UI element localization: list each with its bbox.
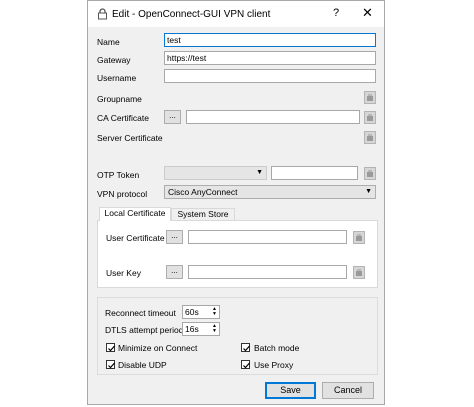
edit-dialog: Edit - OpenConnect-GUI VPN client ? ✕ Na… bbox=[87, 0, 385, 405]
user-key-label: User Key bbox=[106, 268, 141, 278]
check-icon bbox=[108, 345, 115, 352]
name-input[interactable]: test bbox=[164, 33, 376, 47]
options-group: Reconnect timeout 60s ▲ ▼ DTLS attempt pe… bbox=[97, 297, 378, 375]
help-button[interactable]: ? bbox=[333, 7, 339, 19]
clear-icon bbox=[367, 134, 373, 141]
dtls-value: 16s bbox=[185, 324, 199, 334]
title-bar: Edit - OpenConnect-GUI VPN client ? ✕ bbox=[88, 1, 384, 27]
cancel-button[interactable]: Cancel bbox=[322, 382, 374, 399]
user-key-input[interactable] bbox=[188, 265, 347, 279]
reconnect-spinbox[interactable]: 60s ▲ ▼ bbox=[182, 305, 220, 319]
use-proxy-checkbox[interactable] bbox=[241, 360, 250, 369]
vpn-protocol-select[interactable]: Cisco AnyConnect ▼ bbox=[164, 185, 376, 199]
groupname-clear-button[interactable] bbox=[364, 91, 376, 104]
username-label: Username bbox=[97, 73, 137, 83]
clear-icon bbox=[356, 234, 362, 241]
lock-icon bbox=[98, 8, 107, 20]
user-cert-label: User Certificate bbox=[106, 233, 165, 243]
save-button[interactable]: Save bbox=[265, 382, 316, 399]
user-cert-input[interactable] bbox=[188, 230, 347, 244]
reconnect-value: 60s bbox=[185, 307, 199, 317]
server-cert-label: Server Certificate bbox=[97, 133, 163, 143]
dtls-spinbox[interactable]: 16s ▲ ▼ bbox=[182, 322, 220, 336]
check-icon bbox=[243, 362, 250, 369]
ca-cert-browse-button[interactable]: ... bbox=[164, 110, 181, 124]
tab-local-certificate[interactable]: Local Certificate bbox=[99, 207, 171, 221]
user-key-browse-button[interactable]: ... bbox=[166, 265, 183, 279]
otp-input[interactable] bbox=[271, 166, 358, 180]
check-icon bbox=[243, 345, 250, 352]
clear-icon bbox=[367, 114, 373, 121]
otp-label: OTP Token bbox=[97, 170, 140, 180]
server-cert-clear-button[interactable] bbox=[364, 131, 376, 144]
name-label: Name bbox=[97, 37, 120, 47]
chevron-down-icon: ▼ bbox=[365, 188, 372, 195]
close-button[interactable]: ✕ bbox=[362, 5, 373, 21]
user-cert-browse-button[interactable]: ... bbox=[166, 230, 183, 244]
user-cert-clear-button[interactable] bbox=[353, 231, 365, 244]
spin-arrows-icon: ▲ ▼ bbox=[212, 306, 217, 317]
ca-cert-clear-button[interactable] bbox=[364, 111, 376, 124]
check-icon bbox=[108, 362, 115, 369]
batch-mode-checkbox[interactable] bbox=[241, 343, 250, 352]
ca-cert-input[interactable] bbox=[186, 110, 360, 124]
clear-icon bbox=[367, 170, 373, 177]
user-key-clear-button[interactable] bbox=[353, 266, 365, 279]
gateway-label: Gateway bbox=[97, 55, 131, 65]
groupname-label: Groupname bbox=[97, 94, 142, 104]
vpn-protocol-label: VPN protocol bbox=[97, 189, 148, 199]
use-proxy-label: Use Proxy bbox=[254, 360, 294, 370]
chevron-down-icon: ▼ bbox=[256, 169, 263, 176]
minimize-checkbox[interactable] bbox=[106, 343, 115, 352]
disable-udp-label: Disable UDP bbox=[118, 360, 167, 370]
vpn-protocol-value: Cisco AnyConnect bbox=[168, 187, 238, 197]
clear-icon bbox=[367, 94, 373, 101]
username-input[interactable] bbox=[164, 69, 376, 83]
reconnect-label: Reconnect timeout bbox=[105, 308, 176, 318]
ca-cert-label: CA Certificate bbox=[97, 113, 149, 123]
window-title: Edit - OpenConnect-GUI VPN client bbox=[112, 9, 271, 20]
clear-icon bbox=[356, 269, 362, 276]
gateway-input[interactable]: https://test bbox=[164, 51, 376, 65]
spin-arrows-icon: ▲ ▼ bbox=[212, 323, 217, 334]
disable-udp-checkbox[interactable] bbox=[106, 360, 115, 369]
otp-clear-button[interactable] bbox=[364, 167, 376, 180]
dtls-label: DTLS attempt period bbox=[105, 325, 184, 335]
minimize-label: Minimize on Connect bbox=[118, 343, 198, 353]
batch-mode-label: Batch mode bbox=[254, 343, 300, 353]
otp-type-select[interactable]: ▼ bbox=[164, 166, 267, 180]
local-certificate-pane: User Certificate ... User Key ... bbox=[97, 220, 378, 288]
